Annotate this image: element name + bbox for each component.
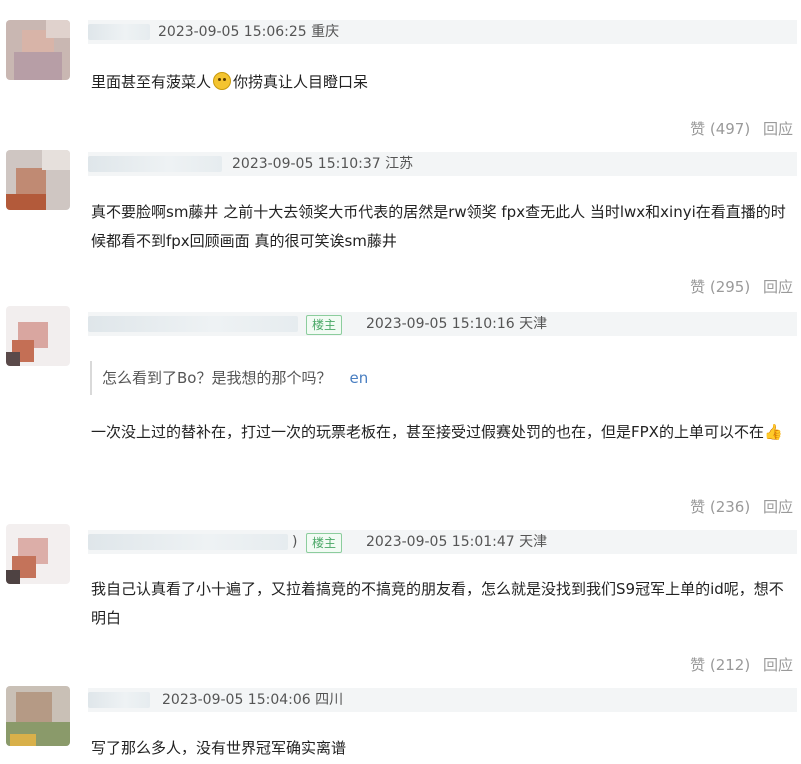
avatar[interactable] (6, 306, 70, 366)
op-badge: 楼主 (306, 315, 343, 335)
username-blurred[interactable] (88, 156, 222, 172)
avatar[interactable] (6, 686, 70, 746)
comment-meta: 2023-09-05 15:10:37 江苏 (232, 156, 414, 172)
like-button[interactable]: 赞 (236) (690, 498, 750, 516)
like-button[interactable]: 赞 (295) (690, 278, 750, 296)
thumbs-up-emoji-icon: 👍 (763, 423, 783, 441)
reply-button[interactable]: 回应 (763, 498, 793, 516)
quote-suffix: en (349, 369, 369, 387)
comment-meta: 2023-09-05 15:01:47 天津 (366, 534, 548, 550)
like-button[interactable]: 赞 (212) (690, 656, 750, 674)
reply-button[interactable]: 回应 (763, 278, 793, 296)
comment-meta: 2023-09-05 15:04:06 四川 (162, 692, 344, 708)
comment-meta: 2023-09-05 15:10:16 天津 (366, 316, 548, 332)
comment-text: 里面甚至有菠菜人 你捞真让人目瞪口呆 (91, 72, 369, 91)
username-tail: ) (292, 534, 298, 550)
comment-text: 写了那么多人，没有世界冠军确实离谱 (91, 739, 347, 757)
comment-text: 一次没上过的替补在，打过一次的玩票老板在，甚至接受过假赛处罚的也在，但是FPX的… (91, 418, 797, 447)
username-blurred[interactable] (88, 24, 150, 40)
username-blurred[interactable] (88, 534, 288, 550)
like-button[interactable]: 赞 (497) (690, 120, 750, 138)
reply-button[interactable]: 回应 (763, 120, 793, 138)
avatar[interactable] (6, 20, 70, 80)
reply-button[interactable]: 回应 (763, 656, 793, 674)
avatar[interactable] (6, 524, 70, 584)
username-blurred[interactable] (88, 692, 150, 708)
comment-meta: 2023-09-05 15:06:25 重庆 (158, 24, 340, 40)
quoted-comment: 怎么看到了Bo？是我想的那个吗？ en (90, 361, 790, 395)
op-badge: 楼主 (306, 533, 343, 553)
avatar[interactable] (6, 150, 70, 210)
comment-text: 我自己认真看了小十遍了，又拉着搞竞的不搞竞的朋友看，怎么就是没找到我们S9冠军上… (91, 580, 784, 627)
username-blurred[interactable] (88, 316, 298, 332)
smile-emoji-icon (213, 72, 232, 90)
comment-text: 真不要脸啊sm藤井 之前十大去领奖大币代表的居然是rw领奖 fpx查无此人 当时… (91, 203, 786, 250)
